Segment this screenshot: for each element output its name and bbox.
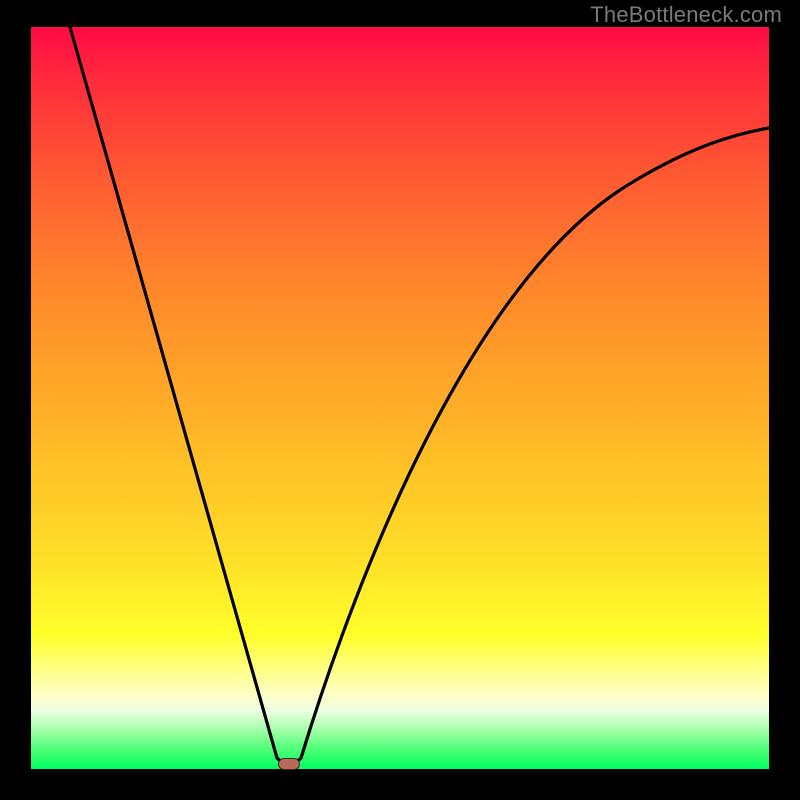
chart-frame: TheBottleneck.com <box>0 0 800 800</box>
watermark-text: TheBottleneck.com <box>590 2 782 28</box>
optimum-marker <box>278 758 300 770</box>
plot-area <box>31 27 769 769</box>
